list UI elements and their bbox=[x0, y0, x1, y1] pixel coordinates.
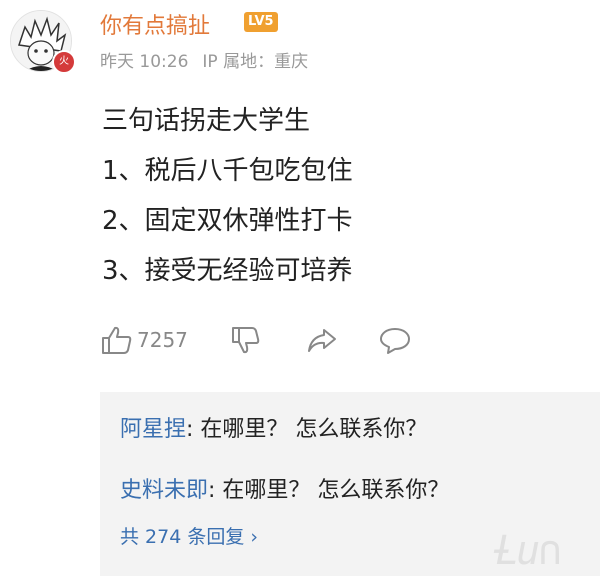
post-line: 三句话拐走大学生 bbox=[102, 106, 311, 136]
post-line: 3、接受无经验可培养 bbox=[102, 256, 353, 286]
post-time: 昨天 10:26 bbox=[100, 52, 189, 72]
thumb-up-icon bbox=[102, 326, 132, 354]
comment-icon bbox=[379, 328, 410, 354]
post-line: 1、税后八千包吃包住 bbox=[102, 156, 353, 186]
comment-button[interactable] bbox=[378, 325, 412, 355]
username[interactable]: 你有点搞扯 bbox=[100, 8, 210, 40]
reply-total-label: 共 274 条回复 bbox=[120, 526, 245, 548]
like-count: 7257 bbox=[137, 328, 188, 352]
post-meta: 昨天 10:26 IP 属地：重庆 bbox=[100, 47, 308, 72]
reply-text: : 在哪里？ 怎么联系你？ bbox=[208, 478, 450, 503]
share-button[interactable] bbox=[306, 325, 338, 355]
view-all-replies-link[interactable]: 共 274 条回复 › bbox=[120, 522, 258, 549]
chevron-right-icon: › bbox=[250, 526, 258, 548]
thumb-down-icon bbox=[231, 327, 260, 354]
level-badge: LV5 bbox=[244, 12, 278, 32]
reply-item[interactable]: 史料未即: 在哪里？ 怎么联系你？ bbox=[120, 472, 449, 504]
ip-location: IP 属地：重庆 bbox=[202, 52, 309, 72]
action-bar: 7257 bbox=[100, 323, 412, 357]
post-content: 三句话拐走大学生 1、税后八千包吃包住 2、固定双休弹性打卡 3、接受无经验可培… bbox=[102, 96, 353, 296]
avatar-badge: 火 bbox=[52, 50, 76, 74]
reply-text: : 在哪里？ 怎么联系你？ bbox=[186, 417, 428, 442]
reply-author[interactable]: 阿星捏 bbox=[120, 417, 186, 442]
reply-author[interactable]: 史料未即 bbox=[120, 478, 208, 503]
reply-item[interactable]: 阿星捏: 在哪里？ 怎么联系你？ bbox=[120, 411, 427, 443]
dislike-button[interactable] bbox=[230, 325, 262, 355]
post-line: 2、固定双休弹性打卡 bbox=[102, 206, 353, 236]
share-icon bbox=[307, 329, 336, 352]
like-button[interactable]: 7257 bbox=[100, 325, 188, 355]
watermark: Ƚu∩ bbox=[494, 528, 562, 574]
